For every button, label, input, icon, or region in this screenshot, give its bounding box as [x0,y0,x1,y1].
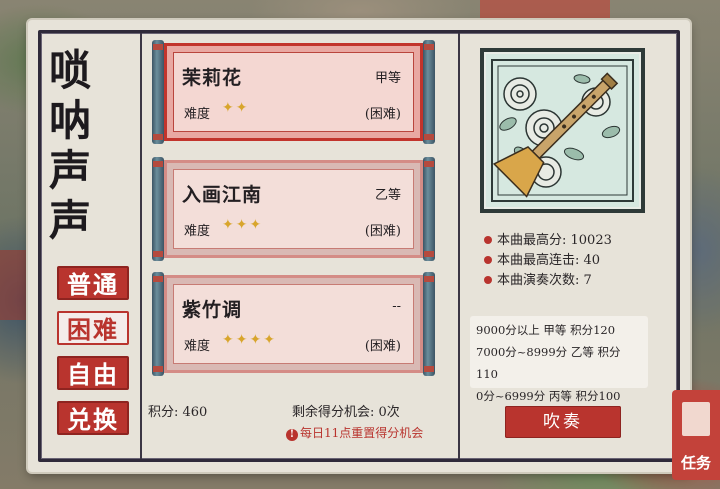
star-icon: ✦ [263,332,277,348]
song-artwork [480,48,645,213]
star-icon: ✦ [249,217,264,233]
stat-play-count: 本曲演奏次数: 7 [484,269,592,288]
stat-best-score: 本曲最高分: 10023 [484,229,612,248]
mode-free-button[interactable]: 自由 [57,356,129,390]
difficulty-label: 难度 [184,107,211,122]
song-grade: -- [392,299,401,314]
difficulty-stars: ✦✦✦✦ [222,332,277,348]
star-icon: ✦ [222,217,236,233]
title-char: 声 [48,146,91,195]
book-icon [682,402,710,436]
song-card-inner: 紫竹调 -- 难度 ✦✦✦✦ (困难) [173,284,414,364]
song-grade: 甲等 [374,71,401,86]
reset-note: ! 每日11点重置得分机会 [286,424,423,441]
play-button[interactable]: 吹奏 [505,406,621,438]
title-char: 唢 [48,46,91,95]
bullet-icon [484,235,492,244]
difficulty-stars: ✦✦ [222,100,249,116]
song-card-body: 入画江南 乙等 难度 ✦✦✦ (困难) [164,160,423,258]
song-card-body: 紫竹调 -- 难度 ✦✦✦✦ (困难) [164,275,423,373]
grade-rule: 9000分以上 甲等 积分120 [476,323,616,337]
alert-icon: ! [286,429,298,441]
difficulty-label: 难度 [184,339,211,354]
scroll-roller [423,157,435,261]
task-label: 任务 [680,454,711,472]
song-name: 紫竹调 [182,299,243,321]
song-name: 入画江南 [182,184,263,206]
bullet-icon [484,255,492,264]
star-icon: ✦ [222,332,236,348]
difficulty-text: (困难) [364,339,401,354]
song-card-zizhudiao[interactable]: 紫竹调 -- 难度 ✦✦✦✦ (困难) [152,272,435,376]
song-name: 茉莉花 [182,67,243,89]
star-icon: ✦ [235,332,250,348]
scroll-roller [152,157,164,261]
scroll-roller [152,40,164,144]
mode-exchange-button[interactable]: 兑换 [57,401,129,435]
mode-hard-button[interactable]: 困难 [57,311,129,345]
grade-rule: 7000分~8999分 乙等 积分110 [476,345,621,381]
difficulty-text: (困难) [364,224,401,239]
song-grade: 乙等 [374,188,401,203]
star-icon: ✦ [235,100,250,116]
title-char: 声 [48,196,91,245]
panel-title: 唢 呐 声 声 [40,46,100,246]
reset-note-text: 每日11点重置得分机会 [300,426,424,440]
song-card-inner: 入画江南 乙等 难度 ✦✦✦ (困难) [173,169,414,249]
scroll-roller [152,272,164,376]
song-card-molihua[interactable]: 茉莉花 甲等 难度 ✦✦ (困难) [152,40,435,144]
song-card-inner: 茉莉花 甲等 难度 ✦✦ (困难) [173,52,414,132]
mode-normal-button[interactable]: 普通 [57,266,129,300]
scroll-roller [423,272,435,376]
star-icon: ✦ [249,332,264,348]
difficulty-text: (困难) [364,107,401,122]
difficulty-stars: ✦✦✦ [222,217,263,233]
suona-flower-artwork [484,52,641,209]
bullet-icon [484,275,492,284]
score-value: 积分: 460 [148,405,208,420]
suona-icon [486,54,639,207]
background-roof [480,0,610,22]
difficulty-label: 难度 [184,224,211,239]
remaining-chances: 剩余得分机会: 0次 [292,405,400,420]
stat-text: 本曲最高连击: 40 [497,253,601,268]
star-icon: ✦ [222,100,236,116]
star-icon: ✦ [235,217,250,233]
grade-rule: 0分~6999分 丙等 积分100 [476,389,621,403]
background-roof-left [0,250,30,320]
grade-rules: 9000分以上 甲等 积分120 7000分~8999分 乙等 积分110 0分… [470,316,648,403]
song-card-body: 茉莉花 甲等 难度 ✦✦ (困难) [164,43,423,141]
left-divider [140,33,142,459]
right-divider [458,33,460,459]
stat-text: 本曲最高分: 10023 [497,233,612,248]
song-card-ruhuajiangnan[interactable]: 入画江南 乙等 难度 ✦✦✦ (困难) [152,157,435,261]
stat-best-combo: 本曲最高连击: 40 [484,249,600,268]
scroll-roller [423,40,435,144]
title-char: 呐 [48,96,91,145]
stat-text: 本曲演奏次数: 7 [497,273,592,288]
